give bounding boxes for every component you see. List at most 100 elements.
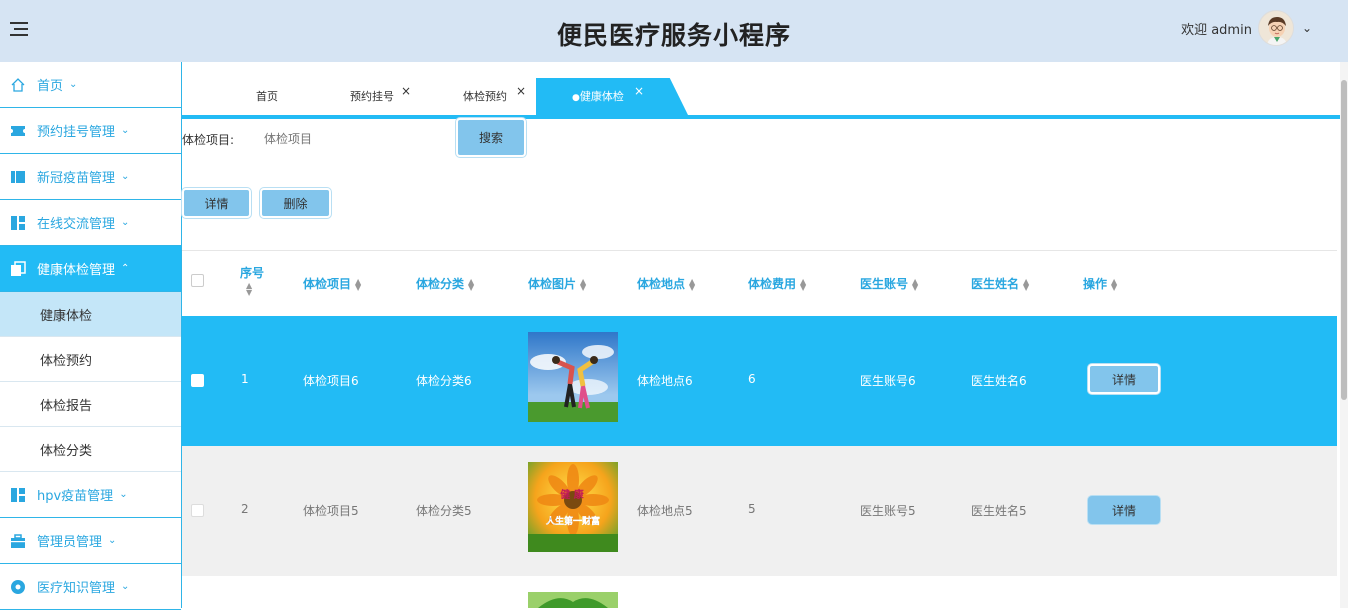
column-header[interactable]: 体检地点 ▲ ▼ xyxy=(637,275,695,292)
sidebar: 首页 ⌄ 预约挂号管理 ⌄ 新冠疫苗管理 ⌄ 在线交流管理 ⌄ 健康体检管理 ⌃… xyxy=(0,62,182,610)
close-icon[interactable]: × xyxy=(401,72,411,110)
column-header[interactable]: 操作 ▲ ▼ xyxy=(1083,275,1117,292)
search-button[interactable]: 搜索 xyxy=(456,118,526,157)
banner-line-1: 健 康 xyxy=(560,488,584,501)
column-header[interactable]: 体检分类 ▲ ▼ xyxy=(416,275,474,292)
banner-line-2: 人生第一财富 xyxy=(545,515,600,527)
detail-button[interactable]: 详情 xyxy=(182,188,251,218)
home-icon xyxy=(11,77,25,92)
chevron-down-icon: ⌄ xyxy=(121,217,130,228)
chevron-down-icon: ⌄ xyxy=(121,171,130,182)
sidebar-item-knowledge[interactable]: 医疗知识管理 ⌄ xyxy=(0,564,181,610)
row-checkbox[interactable] xyxy=(191,504,204,517)
sidebar-subitem-health-check[interactable]: 健康体检 xyxy=(0,292,181,337)
sidebar-subitem-category[interactable]: 体检分类 xyxy=(0,427,181,472)
sidebar-item-label: 新冠疫苗管理 xyxy=(37,171,116,186)
tabs-underline xyxy=(182,115,1342,119)
sort-icon[interactable]: ▲ ▼ xyxy=(800,277,806,291)
avatar[interactable] xyxy=(1257,10,1294,46)
column-header-label: 体检图片 xyxy=(528,277,577,291)
sidebar-item-label: 管理员管理 xyxy=(37,535,103,550)
tab-health-check[interactable]: ●健康体检 × xyxy=(536,78,688,115)
sort-icon[interactable]: ▲ ▼ xyxy=(1023,277,1029,291)
cell-item: 体检项目5 xyxy=(303,504,359,518)
app-title: 便民医疗服务小程序 xyxy=(556,21,791,50)
column-header-label: 体检分类 xyxy=(416,277,465,291)
sort-icon[interactable]: ▲ ▼ xyxy=(246,281,252,296)
column-header-label: 医生账号 xyxy=(860,277,909,291)
sort-icon[interactable]: ▲ ▼ xyxy=(1111,277,1117,291)
table-row[interactable]: 1 体检项目6 体检分类6 体检地点6 6 医生账号6 医生姓名6 详情 xyxy=(182,316,1337,446)
tab-label: 首页 xyxy=(256,90,278,103)
row-detail-button[interactable]: 详情 xyxy=(1088,496,1160,524)
sidebar-item-health-check[interactable]: 健康体检管理 ⌃ xyxy=(0,246,181,292)
row-checkbox[interactable] xyxy=(191,374,204,387)
chevron-down-icon[interactable]: ⌄ xyxy=(1302,21,1312,35)
tab-home[interactable]: 首页 xyxy=(256,78,278,115)
cell-doctor-name: 医生姓名6 xyxy=(971,374,1027,388)
page-scrollbar[interactable] xyxy=(1340,62,1348,608)
copy-icon xyxy=(11,260,26,276)
sort-icon[interactable]: ▲ ▼ xyxy=(355,277,361,291)
sort-icon[interactable]: ▲ ▼ xyxy=(912,277,918,291)
column-header[interactable]: 序号 ▲ ▼ xyxy=(240,264,264,296)
sort-icon[interactable]: ▲ ▼ xyxy=(468,277,474,291)
tab-appointment[interactable]: 体检预约 × xyxy=(463,78,526,115)
cell-doctor-account: 医生账号5 xyxy=(860,504,916,518)
sidebar-item-online-chat[interactable]: 在线交流管理 ⌄ xyxy=(0,200,181,246)
select-all-checkbox[interactable] xyxy=(191,274,204,287)
column-header[interactable]: 体检项目 ▲ ▼ xyxy=(303,275,361,292)
column-header[interactable]: 体检费用 ▲ ▼ xyxy=(748,275,806,292)
search-input[interactable] xyxy=(262,125,452,153)
user-menu[interactable]: 欢迎 admin ⌄ xyxy=(1181,10,1312,46)
cell-fee: 6 xyxy=(748,372,756,386)
column-header-label: 体检地点 xyxy=(637,277,686,291)
close-icon[interactable]: × xyxy=(516,72,526,110)
sort-icon[interactable]: ▲ ▼ xyxy=(689,277,695,291)
cell-place: 体检地点5 xyxy=(637,504,693,518)
table-row[interactable]: 2 体检项目5 体检分类5 健 康 人生第一财富 体检地点5 5 医生账号5 医… xyxy=(182,446,1337,576)
briefcase-icon xyxy=(11,533,25,548)
sidebar-item-registration[interactable]: 预约挂号管理 ⌄ xyxy=(0,108,181,154)
cell-category: 体检分类5 xyxy=(416,504,472,518)
health-banner-image: 健 康 人生第一财富 xyxy=(528,462,618,552)
sidebar-item-admin[interactable]: 管理员管理 ⌄ xyxy=(0,518,181,564)
row-detail-button[interactable]: 详情 xyxy=(1088,364,1160,394)
column-header-label: 医生姓名 xyxy=(971,277,1020,291)
sort-icon[interactable]: ▲ ▼ xyxy=(580,277,586,291)
cell-doctor-name: 医生姓名5 xyxy=(971,504,1027,518)
sidebar-item-hpv-vaccine[interactable]: hpv疫苗管理 ⌄ xyxy=(0,472,181,518)
column-header-label: 体检费用 xyxy=(748,277,797,291)
sidebar-item-label: 医疗知识管理 xyxy=(37,581,116,596)
column-header-label: 体检项目 xyxy=(303,277,352,291)
chevron-up-icon: ⌃ xyxy=(121,263,130,274)
circle-icon xyxy=(11,579,25,594)
sidebar-item-label: hpv疫苗管理 xyxy=(37,489,114,504)
search-label: 体检项目: xyxy=(182,132,235,147)
chevron-down-icon: ⌄ xyxy=(119,489,128,500)
chevron-down-icon: ⌄ xyxy=(121,125,130,136)
sidebar-subitem-appointment[interactable]: 体检预约 xyxy=(0,337,181,382)
cell-fee: 5 xyxy=(748,502,756,516)
sidebar-item-home[interactable]: 首页 ⌄ xyxy=(0,62,181,108)
tab-registration[interactable]: 预约挂号 × xyxy=(350,78,411,115)
sidebar-item-label: 首页 xyxy=(37,79,64,94)
sidebar-subitem-report[interactable]: 体检报告 xyxy=(0,382,181,427)
sidebar-item-label: 健康体检管理 xyxy=(37,263,116,278)
column-header[interactable]: 医生账号 ▲ ▼ xyxy=(860,275,918,292)
top-header: 便民医疗服务小程序 欢迎 admin ⌄ xyxy=(0,0,1348,62)
column-header-label: 操作 xyxy=(1083,277,1108,291)
delete-button[interactable]: 删除 xyxy=(260,188,331,218)
chevron-down-icon: ⌄ xyxy=(121,581,130,592)
tab-label: 体检预约 xyxy=(463,90,507,103)
chevron-down-icon: ⌄ xyxy=(69,79,78,90)
table-row[interactable] xyxy=(182,576,1337,608)
sidebar-item-covid-vaccine[interactable]: 新冠疫苗管理 ⌄ xyxy=(0,154,181,200)
close-icon[interactable]: × xyxy=(634,78,644,110)
table-header: 序号 ▲ ▼ 体检项目 ▲ ▼ 体检分类 ▲ ▼ 体检图片 ▲ ▼ 体检地点 ▲ ▼ 体检费用 ▲ ▼ … xyxy=(182,251,1337,316)
column-header[interactable]: 医生姓名 ▲ ▼ xyxy=(971,275,1029,292)
cell-place: 体检地点6 xyxy=(637,374,693,388)
column-header[interactable]: 体检图片 ▲ ▼ xyxy=(528,275,586,292)
cell-category: 体检分类6 xyxy=(416,374,472,388)
scrollbar-thumb[interactable] xyxy=(1341,80,1347,400)
